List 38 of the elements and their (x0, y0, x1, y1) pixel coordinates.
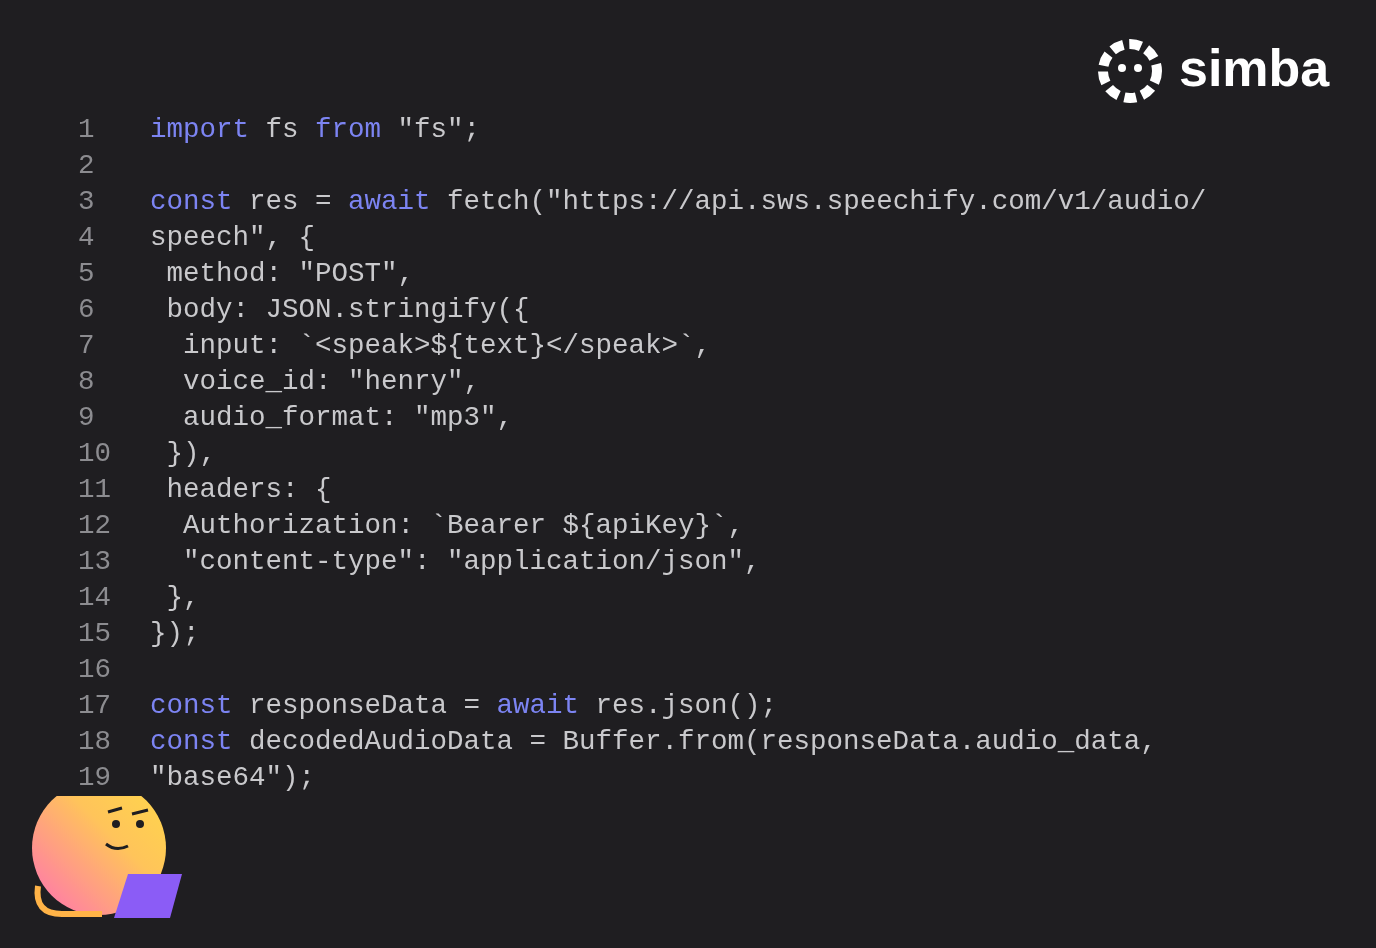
code-line: }), (165, 437, 216, 471)
line-number: 15 (78, 617, 112, 651)
line-number: 6 (78, 293, 96, 327)
line-number: 13 (78, 545, 112, 579)
code-line: const responseData = await res.json(); (150, 689, 778, 723)
line-number: 11 (78, 473, 112, 507)
line-number: 19 (78, 761, 112, 795)
line-number: 16 (78, 653, 112, 687)
code-line: body: JSON.stringify({ (165, 293, 530, 327)
code-line: Authorization: `Bearer ${apiKey}`, (182, 509, 745, 543)
line-number: 3 (78, 185, 96, 219)
code-line: }); (150, 617, 200, 651)
code-line: }, (165, 581, 200, 615)
code-line: "content-type": "application/json", (182, 545, 761, 579)
code-line: "base64"); (150, 761, 316, 795)
code-line: import fs from "fs"; (150, 113, 481, 147)
code-line: voice_id: "henry", (182, 365, 481, 399)
line-number: 18 (78, 725, 112, 759)
line-number: 5 (78, 257, 96, 291)
code-line: headers: { (165, 473, 332, 507)
code-line: const decodedAudioData = Buffer.from(responseData.audio_data, (150, 725, 1157, 759)
line-number: 17 (78, 689, 112, 723)
code-line: const res = await fetch("https://api.sws.speechify.com/v1/audio/ (150, 185, 1207, 219)
logo-text: simba (1179, 42, 1330, 94)
code-line: audio_format: "mp3", (182, 401, 514, 435)
code-line: speech", { (150, 221, 316, 255)
line-number: 7 (78, 329, 96, 363)
line-number: 2 (78, 149, 96, 183)
logo-icon (1097, 38, 1163, 104)
code-line: input: `<speak>${text}</speak>`, (182, 329, 712, 363)
line-number: 12 (78, 509, 112, 543)
line-number: 10 (78, 437, 112, 471)
line-number: 8 (78, 365, 96, 399)
code-line: method: "POST", (165, 257, 415, 291)
line-number: 14 (78, 581, 112, 615)
line-number: 1 (78, 113, 96, 147)
line-number: 9 (78, 401, 96, 435)
line-number: 4 (78, 221, 96, 255)
